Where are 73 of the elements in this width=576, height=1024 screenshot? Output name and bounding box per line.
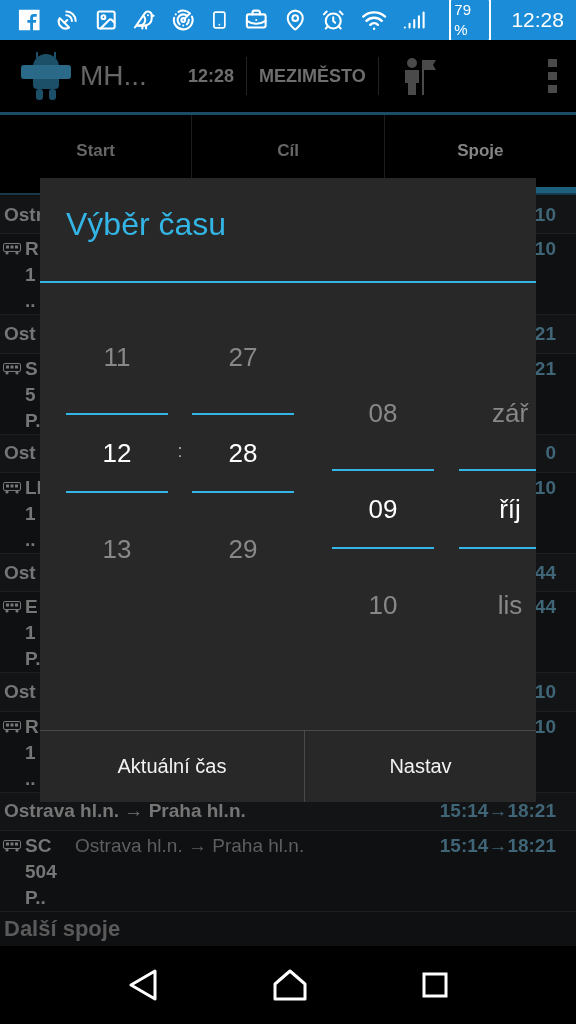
image-icon bbox=[94, 8, 118, 32]
dialog-title: Výběr času bbox=[66, 206, 227, 243]
clock: 12:28 bbox=[511, 8, 564, 32]
route-name: Ostr bbox=[4, 203, 44, 226]
picker-value[interactable]: říj bbox=[459, 469, 536, 549]
radar-icon bbox=[171, 8, 195, 32]
train-label: 1 bbox=[25, 621, 37, 646]
social-app-icon bbox=[18, 8, 41, 32]
train-route: Ostrava hl.n. → Praha hl.n. bbox=[75, 833, 306, 858]
robot-logo-icon bbox=[20, 51, 72, 101]
bus-icon bbox=[3, 720, 21, 733]
picker-value[interactable]: lis bbox=[459, 557, 536, 653]
picker-value[interactable]: 13 bbox=[66, 501, 168, 597]
train-label: .. bbox=[25, 766, 37, 791]
picker-value[interactable]: 11 bbox=[66, 309, 168, 405]
train-label: 1 bbox=[25, 502, 37, 526]
picker-value[interactable]: 12 bbox=[66, 413, 168, 493]
train-label: 1 bbox=[25, 263, 37, 288]
train-label: .. bbox=[25, 289, 37, 314]
satellite-dish-icon bbox=[56, 8, 79, 32]
train-label: SC bbox=[25, 833, 53, 858]
route-times: 0 bbox=[545, 442, 556, 465]
train-label: P. bbox=[25, 647, 42, 672]
route-times: 44 bbox=[534, 561, 556, 584]
train-label: 1 bbox=[25, 740, 37, 765]
route-name: Ost bbox=[4, 442, 36, 465]
picker-value[interactable]: zář bbox=[459, 365, 536, 461]
route-times: 15:14→18:21 bbox=[439, 800, 556, 823]
bus-icon bbox=[3, 839, 21, 852]
picker-value[interactable]: 08 bbox=[332, 365, 434, 461]
train-label: .. bbox=[25, 528, 37, 552]
home-icon[interactable] bbox=[273, 969, 307, 1001]
section-heading: Další spoje bbox=[3, 914, 122, 943]
train-label: P.. bbox=[25, 885, 47, 910]
train-times: 10 bbox=[534, 714, 556, 739]
train-times: 44 bbox=[534, 595, 556, 620]
bird-icon bbox=[133, 8, 156, 32]
recents-icon[interactable] bbox=[422, 972, 449, 998]
picker-value[interactable]: 28 bbox=[192, 413, 294, 493]
train-times: 10 bbox=[534, 476, 556, 500]
route-name: Ostrava hl.n. → Praha hl.n. bbox=[4, 800, 246, 823]
train-label: Ll bbox=[25, 476, 43, 500]
train-label: P. bbox=[25, 408, 42, 433]
train-label: 504 bbox=[25, 859, 58, 884]
time-button[interactable]: 12:28 bbox=[176, 57, 248, 95]
route-name: Ost bbox=[4, 323, 36, 345]
train-times: 15:14→18:21 bbox=[439, 833, 556, 858]
picker-value[interactable]: 10 bbox=[332, 557, 434, 653]
train-label: R bbox=[25, 714, 40, 739]
back-icon[interactable] bbox=[127, 969, 158, 1001]
picker-value[interactable]: 27 bbox=[192, 309, 294, 405]
bus-icon bbox=[3, 601, 21, 614]
time-separator: : bbox=[176, 441, 184, 462]
mode-button[interactable]: MEZIMĚSTO bbox=[247, 57, 379, 95]
app-title: MH... bbox=[80, 60, 148, 92]
route-times: 21 bbox=[534, 323, 556, 345]
briefcase-icon bbox=[245, 8, 268, 32]
route-times: 10 bbox=[534, 680, 556, 703]
train-label: R bbox=[25, 237, 40, 262]
train-times: 21 bbox=[534, 356, 556, 381]
train-times: 10 bbox=[534, 237, 556, 262]
train-label: S bbox=[25, 356, 39, 381]
picker-value[interactable]: 29 bbox=[192, 501, 294, 597]
train-label: 5 bbox=[25, 382, 37, 407]
bus-icon bbox=[3, 362, 21, 375]
alarm-icon bbox=[322, 8, 345, 32]
route-name: Ost bbox=[4, 561, 36, 584]
bus-icon bbox=[3, 482, 21, 494]
bus-icon bbox=[3, 243, 21, 256]
route-name: Ost bbox=[4, 680, 36, 703]
picker-value[interactable]: 09 bbox=[332, 469, 434, 549]
route-times: 10 bbox=[534, 203, 556, 226]
train-label: E bbox=[25, 595, 39, 620]
